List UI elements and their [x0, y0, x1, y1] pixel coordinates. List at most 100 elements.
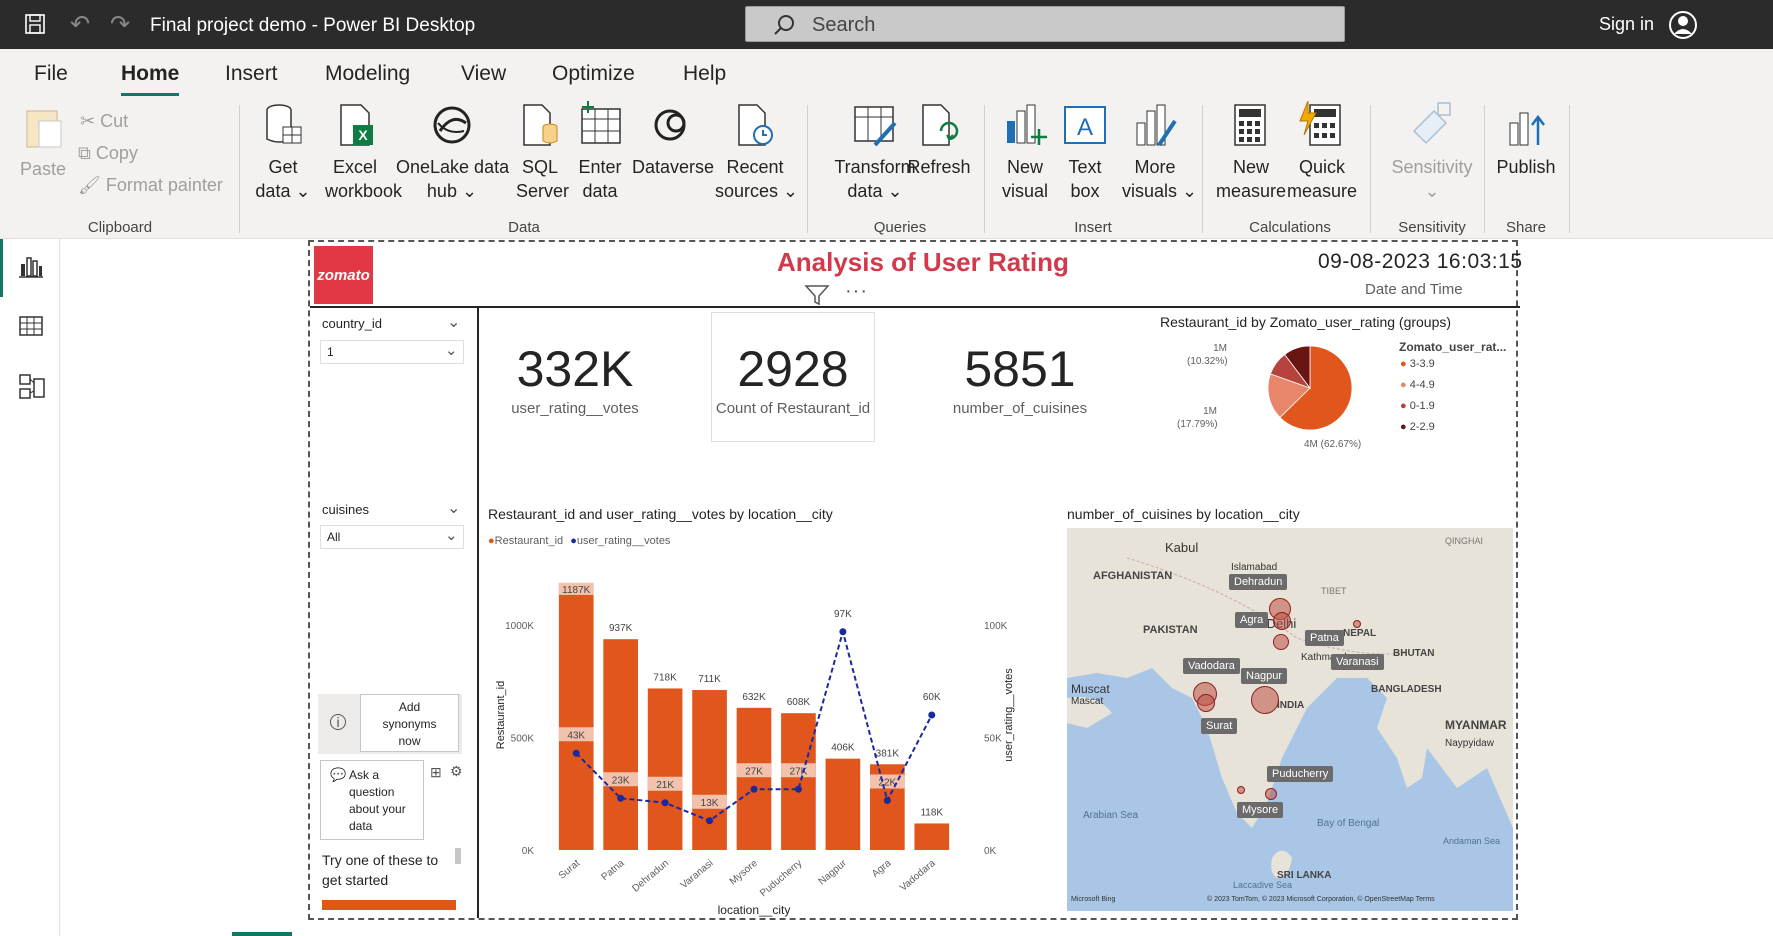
map-bubble-nagpur[interactable] — [1251, 686, 1279, 714]
new-visual-button[interactable]: New visual — [1000, 101, 1050, 203]
save-icon[interactable] — [24, 13, 46, 35]
legend-dot-icon: ● — [1400, 421, 1410, 433]
format-painter-button[interactable]: 🖌 Format painter — [78, 173, 223, 197]
get-data-button[interactable]: Get data ⌄ — [255, 101, 311, 203]
votes-point-Varanasi[interactable] — [706, 817, 714, 825]
ribbon: Paste ✂ Cut ⧉ Copy 🖌 Format painter Clip… — [0, 97, 1773, 239]
tab-home[interactable]: Home — [121, 62, 179, 86]
onelake-data-hub-button[interactable]: OneLake data hub ⌄ — [396, 101, 509, 203]
slicer-cuisines-label: cuisines — [322, 502, 369, 517]
kpi-label: number_of_cuisines — [952, 400, 1088, 417]
qa-layout-icon[interactable]: ⊞ — [430, 764, 442, 781]
bar-Patna[interactable] — [603, 639, 638, 850]
qa-suggestion-button[interactable] — [322, 900, 456, 910]
refresh-button[interactable]: Refresh — [907, 101, 971, 179]
pie-legend-label: 4-4.9 — [1409, 379, 1435, 391]
filter-icon[interactable] — [804, 284, 830, 306]
map-bubble-patna[interactable] — [1273, 634, 1289, 650]
votes-point-Surat[interactable] — [572, 749, 580, 757]
slicer-country-id-dropdown[interactable]: 1 ⌄ — [320, 340, 464, 364]
new-measure-button[interactable]: New measure — [1215, 101, 1287, 203]
x-tick-label: Mysore — [728, 858, 761, 888]
report-view-icon[interactable] — [18, 254, 44, 280]
bar-Puducherry[interactable] — [781, 713, 816, 850]
gear-icon[interactable]: ⚙ — [450, 763, 463, 780]
qa-scrollbar[interactable] — [455, 848, 461, 864]
votes-point-Mysore[interactable] — [750, 785, 758, 793]
more-options-icon[interactable]: ··· — [845, 280, 868, 303]
copy-button[interactable]: ⧉ Copy — [78, 141, 138, 165]
recent-sources-icon — [738, 104, 773, 146]
table-view-icon[interactable] — [18, 313, 44, 339]
recent-sources-button[interactable]: Recent sources ⌄ — [715, 101, 798, 203]
excel-workbook-button[interactable]: X Excel workbook — [325, 101, 402, 203]
map-bubble-puducherry[interactable] — [1265, 788, 1277, 800]
calculator-icon — [1234, 104, 1266, 146]
tab-insert[interactable]: Insert — [225, 62, 278, 86]
line-value-label: 60K — [923, 692, 941, 703]
pie-legend-item[interactable]: ● 2-2.9 — [1400, 421, 1435, 433]
tab-help[interactable]: Help — [683, 62, 726, 86]
x-tick-label: Vadodara — [898, 858, 938, 894]
bar-Dehradun[interactable] — [647, 688, 683, 850]
text-box-label-2: box — [1070, 181, 1100, 201]
group-sensitivity: Sensitivity — [1398, 219, 1466, 236]
pie-legend-item[interactable]: ● 4-4.9 — [1400, 379, 1435, 391]
pie-legend-item[interactable]: ● 0-1.9 — [1400, 400, 1435, 412]
redo-icon[interactable]: ↷ — [110, 10, 130, 39]
chevron-down-icon[interactable]: ⌄ — [447, 498, 460, 518]
pie-label-2-2.9-value: 1M — [1213, 343, 1227, 354]
map-city-dehradun: Dehradun — [1229, 574, 1288, 590]
text-box-button[interactable]: A Text box — [1060, 101, 1110, 203]
paste-button[interactable]: Paste — [16, 105, 70, 181]
votes-point-Agra[interactable] — [883, 797, 891, 804]
cut-button[interactable]: ✂ Cut — [80, 109, 128, 133]
combo-chart[interactable]: 0K 500K 1000K 0K 50K 100K Restaurant_id user_ra… — [484, 552, 1024, 922]
votes-point-Puducherry[interactable] — [794, 785, 802, 793]
votes-point-Dehradun[interactable] — [661, 799, 669, 807]
sql-server-button[interactable]: SQL Server — [516, 101, 569, 203]
y2-tick-label: 0K — [984, 846, 997, 857]
tab-optimize[interactable]: Optimize — [552, 62, 635, 86]
map-bubble-surat[interactable] — [1197, 694, 1215, 712]
line-value-label: 27K — [745, 766, 763, 777]
bar-Mysore[interactable] — [736, 707, 772, 850]
map-bubble-varanasi-2[interactable] — [1353, 620, 1361, 628]
bar-Vadodara[interactable] — [914, 823, 950, 850]
dataverse-button[interactable]: Dataverse — [632, 101, 714, 179]
sign-in-link[interactable]: Sign in — [1599, 14, 1654, 35]
add-synonyms-button[interactable]: Add synonyms now — [360, 694, 459, 752]
pie-legend-item[interactable]: ● 3-3.9 — [1400, 358, 1435, 370]
account-icon[interactable] — [1668, 10, 1698, 40]
map-visual[interactable]: Kabul Islamabad AFGHANISTAN PAKISTAN New… — [1067, 528, 1513, 911]
search-box[interactable]: Search — [745, 6, 1345, 42]
tab-modeling[interactable]: Modeling — [325, 62, 410, 86]
combo-chart-title: Restaurant_id and user_rating__votes by … — [488, 506, 833, 522]
bar-value-label: 1187K — [562, 585, 591, 596]
map-place-islamabad: Islamabad — [1231, 562, 1278, 573]
sql-server-icon — [523, 104, 558, 146]
tab-file[interactable]: File — [34, 62, 68, 86]
enter-data-button[interactable]: Enter data — [576, 101, 624, 203]
publish-button[interactable]: Publish — [1496, 101, 1556, 179]
bar-Nagpur[interactable] — [825, 758, 861, 850]
map-bubble-agra[interactable] — [1273, 612, 1291, 630]
votes-point-Vadodara[interactable] — [928, 711, 936, 719]
sensitivity-button[interactable]: Sensitivity ⌄ — [1382, 101, 1482, 203]
more-visuals-button[interactable]: More visuals ⌄ — [1122, 101, 1197, 203]
quick-measure-button[interactable]: Quick measure — [1286, 100, 1358, 203]
bar-Varanasi[interactable] — [692, 690, 727, 850]
tab-view[interactable]: View — [461, 62, 506, 86]
map-bubble-mysore[interactable] — [1237, 786, 1245, 794]
group-calculations: Calculations — [1249, 219, 1331, 236]
chevron-down-icon[interactable]: ⌄ — [447, 312, 460, 332]
votes-point-Nagpur[interactable] — [839, 628, 847, 636]
qa-question-input[interactable]: 💬 Ask a question about your data — [320, 760, 424, 840]
slicer-cuisines-dropdown[interactable]: All ⌄ — [320, 525, 464, 549]
votes-point-Patna[interactable] — [617, 794, 625, 802]
undo-icon[interactable]: ↶ — [70, 10, 90, 39]
combo-legend: ●Restaurant_id ●user_rating__votes — [488, 535, 670, 547]
model-view-icon[interactable] — [18, 373, 46, 401]
bar-Surat[interactable] — [558, 582, 594, 850]
pie-legend-title: Zomato_user_rat... — [1399, 340, 1507, 354]
